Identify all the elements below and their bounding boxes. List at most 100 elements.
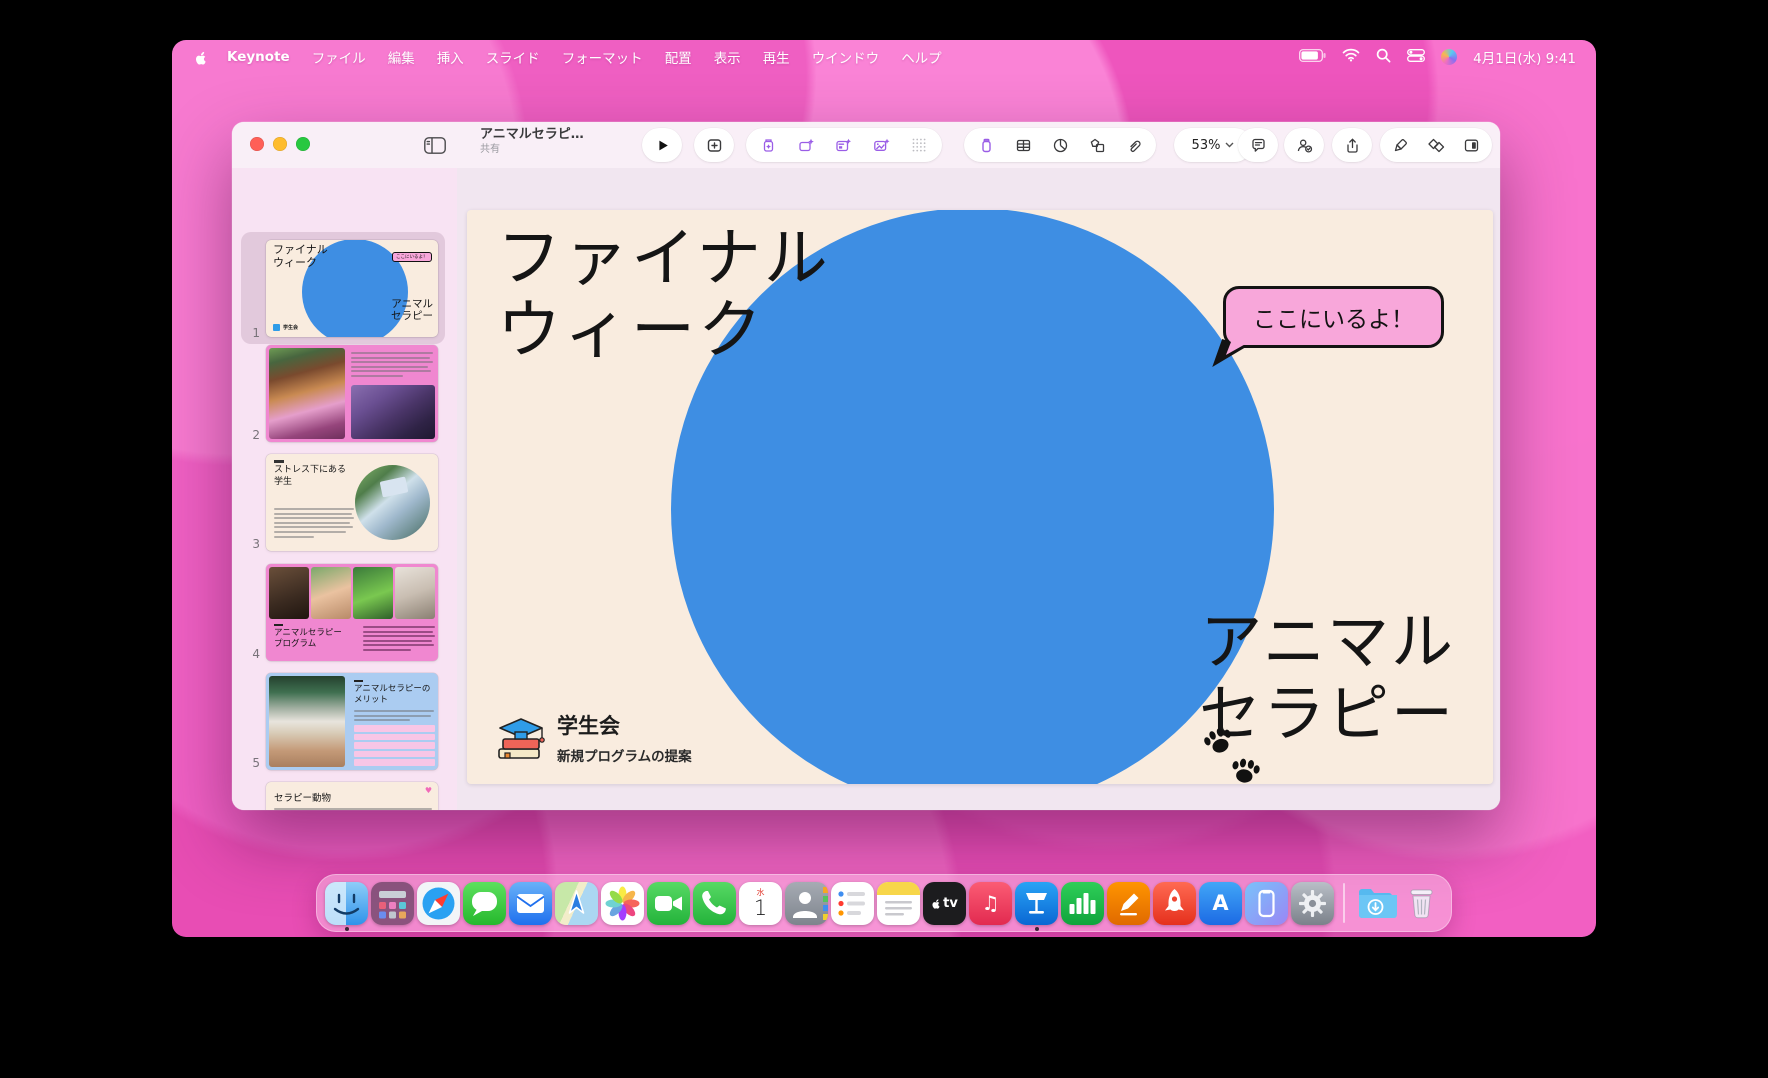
slide-thumbnail-2[interactable] bbox=[266, 345, 438, 442]
dock-pages-icon[interactable] bbox=[1107, 882, 1150, 925]
dock-messages-icon[interactable] bbox=[463, 882, 506, 925]
magic-tools-pill bbox=[746, 128, 942, 162]
apple-menu-icon[interactable] bbox=[194, 49, 209, 66]
comment-icon[interactable] bbox=[1243, 130, 1273, 160]
thumb4-kicker bbox=[274, 624, 283, 626]
insert-tools-pill bbox=[964, 128, 1156, 162]
play-icon[interactable] bbox=[647, 130, 677, 160]
dock-calendar-icon[interactable]: 水 1 bbox=[739, 882, 782, 925]
thumb3-title: ストレス下にある学生 bbox=[274, 465, 346, 488]
battery-icon[interactable] bbox=[1299, 49, 1326, 66]
apple-logo-small bbox=[931, 897, 942, 910]
collaborate-icon[interactable] bbox=[1289, 130, 1319, 160]
dock-music-icon[interactable]: ♫ bbox=[969, 882, 1012, 925]
thumb4-text bbox=[363, 626, 435, 654]
speech-bubble[interactable]: ここにいるよ！ bbox=[1223, 286, 1444, 348]
siri-icon[interactable] bbox=[1441, 49, 1457, 65]
dock-games-icon[interactable] bbox=[1153, 882, 1196, 925]
slide-number: 4 bbox=[244, 647, 260, 661]
sidebar-toggle-icon[interactable] bbox=[420, 130, 450, 160]
slide-thumbnail-6[interactable]: ♥ セラピー動物 マルセラ アンジュガータ ピーチー bbox=[266, 782, 438, 810]
minimize-button[interactable] bbox=[273, 137, 287, 151]
dock-photos-icon[interactable] bbox=[601, 882, 644, 925]
keynote-window: アニマルセラピ… 共有 bbox=[232, 122, 1500, 810]
menu-edit[interactable]: 編集 bbox=[388, 47, 415, 67]
zoom-level-value: 53% bbox=[1192, 138, 1221, 153]
dock-mail-icon[interactable] bbox=[509, 882, 552, 925]
thumb4-title: アニマルセラピープログラム bbox=[274, 628, 342, 650]
footer-subtitle: 新規プログラムの提案 bbox=[557, 745, 692, 765]
menu-slide[interactable]: スライド bbox=[486, 47, 540, 67]
zoom-button[interactable] bbox=[296, 137, 310, 151]
menu-view[interactable]: 表示 bbox=[714, 47, 741, 67]
attachment-icon[interactable] bbox=[1119, 130, 1149, 160]
share-icon[interactable] bbox=[1337, 130, 1367, 160]
speech-bubble-text: ここにいるよ！ bbox=[1253, 300, 1414, 334]
magic-style-icon[interactable] bbox=[754, 130, 784, 160]
dock-finder-icon[interactable] bbox=[325, 882, 368, 925]
thumb5-benefit-rows bbox=[354, 725, 435, 766]
slide-thumbnail-4[interactable]: アニマルセラピープログラム bbox=[266, 564, 438, 661]
dock-notes-icon[interactable] bbox=[877, 882, 920, 925]
thumb1-subtitle: アニマルセラピー bbox=[391, 298, 433, 323]
animate-icon[interactable] bbox=[1421, 130, 1451, 160]
control-center-icon[interactable] bbox=[1407, 49, 1425, 66]
dock-facetime-icon[interactable] bbox=[647, 882, 690, 925]
dock-reminders-icon[interactable] bbox=[831, 882, 874, 925]
chart-icon[interactable] bbox=[1045, 130, 1075, 160]
magic-new-slide-icon[interactable] bbox=[791, 130, 821, 160]
grid-icon[interactable] bbox=[904, 130, 934, 160]
table-icon[interactable] bbox=[1008, 130, 1038, 160]
add-slide-icon[interactable] bbox=[699, 130, 729, 160]
document-title[interactable]: アニマルセラピ… bbox=[480, 128, 584, 141]
dock: 水 1 tv ♫ A bbox=[316, 874, 1452, 932]
menu-clock[interactable]: 4月1日(水) 9:41 bbox=[1473, 47, 1576, 67]
magic-layout-icon[interactable] bbox=[829, 130, 859, 160]
slide-thumbnail-3[interactable]: ストレス下にある学生 bbox=[266, 454, 438, 551]
menu-status-area: 4月1日(水) 9:41 bbox=[1299, 47, 1576, 67]
tv-label: tv bbox=[943, 896, 958, 911]
window-toolbar: アニマルセラピ… 共有 bbox=[232, 122, 1500, 168]
dock-keynote-icon[interactable] bbox=[1015, 882, 1058, 925]
add-slide-pill bbox=[694, 128, 734, 162]
zoom-level-control[interactable]: 53% bbox=[1192, 138, 1235, 153]
magic-image-icon[interactable] bbox=[867, 130, 897, 160]
menu-file[interactable]: ファイル bbox=[312, 47, 366, 67]
menu-arrange[interactable]: 配置 bbox=[665, 47, 692, 67]
document-icon[interactable] bbox=[1457, 130, 1487, 160]
dock-launchpad-icon[interactable] bbox=[371, 882, 414, 925]
thumb3-text bbox=[274, 508, 354, 540]
thumb5-kicker bbox=[354, 680, 363, 682]
dock-maps-icon[interactable] bbox=[555, 882, 598, 925]
menu-play[interactable]: 再生 bbox=[763, 47, 790, 67]
slide-footer[interactable]: 学生会 新規プログラムの提案 bbox=[495, 710, 692, 765]
screen: Keynote ファイル 編集 挿入 スライド フォーマット 配置 表示 再生 … bbox=[0, 0, 1768, 1078]
menu-help[interactable]: ヘルプ bbox=[901, 47, 942, 67]
dock-contacts-icon[interactable] bbox=[785, 882, 828, 925]
wifi-icon[interactable] bbox=[1342, 48, 1360, 66]
dock-phone-icon[interactable] bbox=[693, 882, 736, 925]
menu-app-name[interactable]: Keynote bbox=[227, 49, 290, 65]
current-slide[interactable]: ファイナルウィーク ここにいるよ！ アニマルセラピー bbox=[467, 210, 1493, 784]
slide-title[interactable]: ファイナルウィーク bbox=[497, 224, 831, 367]
dock-settings-icon[interactable] bbox=[1291, 882, 1334, 925]
shape-icon[interactable] bbox=[1082, 130, 1112, 160]
menu-window[interactable]: ウインドウ bbox=[812, 47, 880, 67]
menu-format[interactable]: フォーマット bbox=[562, 47, 643, 67]
menu-insert[interactable]: 挿入 bbox=[437, 47, 464, 67]
thumb1-footer: 学生会 bbox=[273, 324, 298, 331]
media-icon[interactable] bbox=[971, 130, 1001, 160]
close-button[interactable] bbox=[250, 137, 264, 151]
dock-app-store-icon[interactable]: A bbox=[1199, 882, 1242, 925]
format-icon[interactable] bbox=[1386, 130, 1416, 160]
dock-trash-icon[interactable] bbox=[1400, 882, 1443, 925]
dock-downloads-icon[interactable] bbox=[1354, 882, 1397, 925]
dock-iphone-mirroring-icon[interactable] bbox=[1245, 882, 1288, 925]
search-icon[interactable] bbox=[1376, 48, 1391, 67]
dock-tv-icon[interactable]: tv bbox=[923, 882, 966, 925]
slide-thumbnail-1[interactable]: ファイナルウィーク ここにいるよ！ アニマルセラピー 学生会 bbox=[266, 240, 438, 337]
dock-numbers-icon[interactable] bbox=[1061, 882, 1104, 925]
dock-safari-icon[interactable] bbox=[417, 882, 460, 925]
slide-thumbnail-5[interactable]: アニマルセラピーのメリット bbox=[266, 673, 438, 770]
slide-number: 3 bbox=[244, 537, 260, 551]
